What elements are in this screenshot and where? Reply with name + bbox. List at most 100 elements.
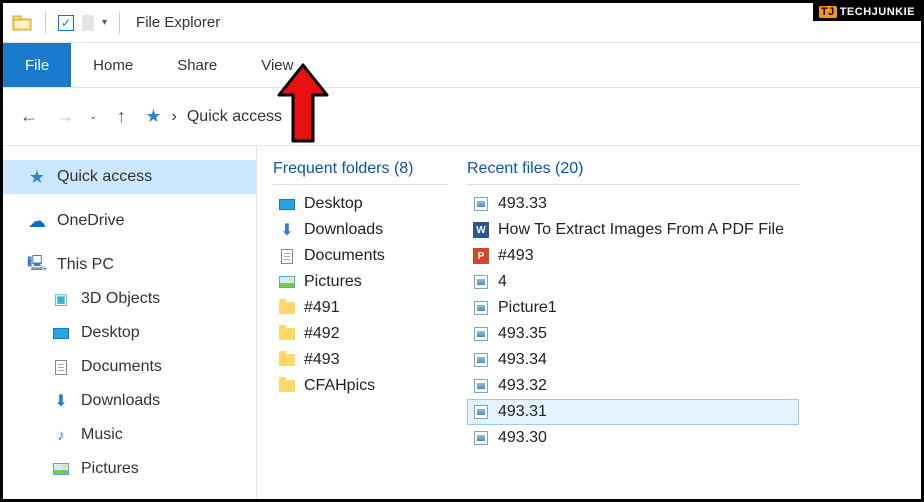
image-file-icon bbox=[472, 377, 490, 395]
folder-icon bbox=[278, 325, 296, 343]
sidebar-item-music[interactable]: ♪ Music bbox=[3, 418, 256, 452]
tab-share[interactable]: Share bbox=[155, 43, 239, 87]
item-label: #492 bbox=[304, 325, 340, 343]
navigation-pane: ★ Quick access ☁ OneDrive 🖳 This PC ▣ 3D… bbox=[3, 146, 257, 499]
address-chevron: › bbox=[172, 108, 177, 126]
pictures-icon bbox=[278, 273, 296, 291]
item-label: Pictures bbox=[304, 273, 362, 291]
nav-back-button[interactable]: ← bbox=[17, 105, 41, 129]
list-item[interactable]: #493 bbox=[273, 347, 447, 373]
tab-view[interactable]: View bbox=[239, 43, 315, 87]
tab-home[interactable]: Home bbox=[71, 43, 155, 87]
navigation-bar: ← → ⌄ ↑ ★ › Quick access bbox=[3, 88, 921, 146]
item-label: How To Extract Images From A PDF File bbox=[498, 221, 784, 239]
sidebar-item-documents[interactable]: Documents bbox=[3, 350, 256, 384]
image-file-icon bbox=[472, 195, 490, 213]
window-title: File Explorer bbox=[136, 14, 220, 31]
group-recent-files: Recent files (20) 493.33 W How To Extract … bbox=[467, 160, 799, 451]
sidebar-item-label: Pictures bbox=[81, 460, 139, 478]
star-icon: ★ bbox=[27, 167, 47, 187]
list-item[interactable]: ⬇ Downloads bbox=[273, 217, 447, 243]
sidebar-item-label: This PC bbox=[57, 256, 114, 274]
sidebar-item-label: Music bbox=[81, 426, 123, 444]
nav-up-button[interactable]: ↑ bbox=[109, 105, 133, 129]
list-item[interactable]: W How To Extract Images From A PDF File bbox=[467, 217, 799, 243]
qat-properties-icon[interactable]: ✓ bbox=[58, 15, 74, 31]
sidebar-item-label: Documents bbox=[81, 358, 162, 376]
item-label: 493.33 bbox=[498, 195, 547, 213]
list-item[interactable]: 493.32 bbox=[467, 373, 799, 399]
item-label: Picture1 bbox=[498, 299, 557, 317]
list-item[interactable]: CFAHpics bbox=[273, 373, 447, 399]
download-icon: ⬇ bbox=[51, 391, 71, 411]
sidebar-item-label: OneDrive bbox=[57, 212, 125, 230]
list-item[interactable]: #492 bbox=[273, 321, 447, 347]
main-pane: Frequent folders (8) Desktop ⬇ Downloads Do… bbox=[257, 146, 921, 499]
quick-access-icon: ★ bbox=[145, 106, 161, 127]
sidebar-item-this-pc[interactable]: 🖳 This PC bbox=[3, 248, 256, 282]
item-label: Desktop bbox=[304, 195, 363, 213]
pictures-icon bbox=[51, 459, 71, 479]
desktop-icon bbox=[278, 195, 296, 213]
sidebar-item-label: Quick access bbox=[57, 168, 152, 186]
sidebar-item-desktop[interactable]: Desktop bbox=[3, 316, 256, 350]
sidebar-item-label: Desktop bbox=[81, 324, 140, 342]
sidebar-item-label: Downloads bbox=[81, 392, 160, 410]
list-item[interactable]: 493.33 bbox=[467, 191, 799, 217]
list-item[interactable]: 493.34 bbox=[467, 347, 799, 373]
item-label: #493 bbox=[498, 247, 534, 265]
divider bbox=[119, 12, 120, 34]
list-item[interactable]: #491 bbox=[273, 295, 447, 321]
folder-icon bbox=[278, 377, 296, 395]
sidebar-item-3d-objects[interactable]: ▣ 3D Objects bbox=[3, 282, 256, 316]
cube-icon: ▣ bbox=[51, 289, 71, 309]
watermark-badge: TJ bbox=[819, 6, 837, 18]
sidebar-item-pictures[interactable]: Pictures bbox=[3, 452, 256, 486]
image-file-icon bbox=[472, 273, 490, 291]
download-icon: ⬇ bbox=[278, 221, 296, 239]
list-item[interactable]: Picture1 bbox=[467, 295, 799, 321]
image-file-icon bbox=[472, 403, 490, 421]
item-label: 493.30 bbox=[498, 429, 547, 447]
tab-file[interactable]: File bbox=[3, 43, 71, 87]
qat-customize-icon[interactable]: ▾ bbox=[102, 17, 107, 28]
group-frequent-folders: Frequent folders (8) Desktop ⬇ Downloads Do… bbox=[273, 160, 447, 451]
divider bbox=[45, 12, 46, 34]
sidebar-item-label: 3D Objects bbox=[81, 290, 160, 308]
nav-forward-button: → bbox=[53, 105, 77, 129]
group-header[interactable]: Recent files (20) bbox=[467, 160, 799, 185]
list-item[interactable]: Pictures bbox=[273, 269, 447, 295]
list-item[interactable]: P #493 bbox=[467, 243, 799, 269]
powerpoint-file-icon: P bbox=[472, 247, 490, 265]
list-item[interactable]: Desktop bbox=[273, 191, 447, 217]
word-file-icon: W bbox=[472, 221, 490, 239]
item-label: Downloads bbox=[304, 221, 383, 239]
list-item[interactable]: Documents bbox=[273, 243, 447, 269]
item-label: Documents bbox=[304, 247, 385, 265]
sidebar-item-quick-access[interactable]: ★ Quick access bbox=[3, 160, 256, 194]
watermark-text: TECHJUNKIE bbox=[840, 6, 915, 18]
address-bar[interactable]: ★ › Quick access bbox=[145, 106, 282, 127]
app-icon bbox=[11, 12, 33, 34]
item-label: 4 bbox=[498, 273, 507, 291]
list-item[interactable]: 493.35 bbox=[467, 321, 799, 347]
nav-history-dropdown[interactable]: ⌄ bbox=[89, 111, 97, 122]
item-label: 493.32 bbox=[498, 377, 547, 395]
pc-icon: 🖳 bbox=[27, 255, 47, 275]
sidebar-item-downloads[interactable]: ⬇ Downloads bbox=[3, 384, 256, 418]
group-header[interactable]: Frequent folders (8) bbox=[273, 160, 447, 185]
music-icon: ♪ bbox=[51, 425, 71, 445]
image-file-icon bbox=[472, 351, 490, 369]
onedrive-icon: ☁ bbox=[27, 211, 47, 231]
title-bar: ✓ ▾ File Explorer bbox=[3, 3, 921, 43]
item-label: 493.31 bbox=[498, 403, 547, 421]
sidebar-item-onedrive[interactable]: ☁ OneDrive bbox=[3, 204, 256, 238]
image-file-icon bbox=[472, 429, 490, 447]
image-file-icon bbox=[472, 299, 490, 317]
ribbon-tabs: File Home Share View bbox=[3, 43, 921, 88]
list-item[interactable]: 493.31 bbox=[467, 399, 799, 425]
list-item[interactable]: 493.30 bbox=[467, 425, 799, 451]
qat-newfolder-icon[interactable] bbox=[82, 15, 94, 31]
list-item[interactable]: 4 bbox=[467, 269, 799, 295]
item-label: 493.34 bbox=[498, 351, 547, 369]
